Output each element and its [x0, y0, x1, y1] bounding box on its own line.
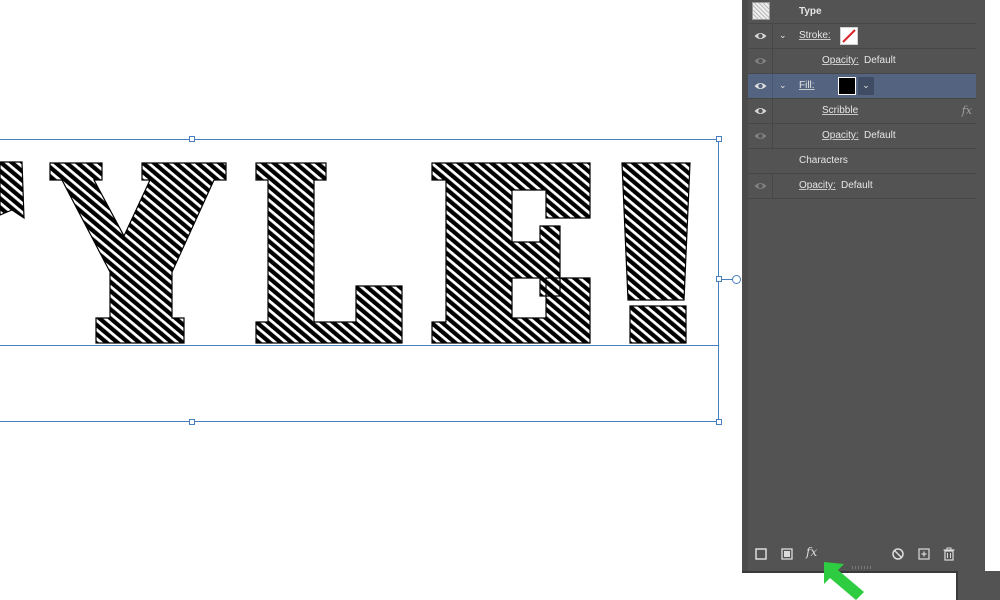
add-new-stroke-icon[interactable] — [754, 547, 768, 561]
canvas-right-margin — [985, 0, 1000, 571]
characters-label[interactable]: Characters — [799, 155, 848, 167]
opacity-label[interactable]: Opacity: — [822, 130, 859, 142]
appearance-row-type[interactable]: Type — [748, 0, 976, 24]
type-thumbnail-icon — [752, 2, 770, 20]
fill-swatch-dropdown[interactable]: ⌄ — [858, 77, 874, 95]
row-divider — [772, 124, 773, 148]
stroke-label[interactable]: Stroke: — [799, 30, 831, 42]
opacity-value: Default — [864, 130, 896, 141]
add-effect-fx-button[interactable]: fx — [806, 545, 817, 559]
visibility-eye-icon[interactable] — [754, 181, 767, 191]
text-baseline — [0, 345, 718, 346]
artboard-canvas[interactable] — [0, 0, 742, 600]
opacity-value: Default — [864, 55, 896, 66]
row-divider — [772, 49, 773, 73]
bbox-handle-top-right[interactable] — [716, 136, 722, 142]
trash-icon[interactable] — [942, 547, 956, 561]
visibility-eye-icon[interactable] — [754, 56, 767, 66]
dock-area — [958, 571, 1000, 600]
pointer-arrow-icon — [824, 562, 864, 600]
row-divider — [772, 24, 773, 48]
stroke-none-swatch[interactable] — [840, 27, 858, 45]
type-path-handle[interactable] — [732, 275, 741, 284]
selection-bounding-box — [0, 139, 719, 422]
scribble-effect-label[interactable]: Scribble — [822, 105, 858, 117]
appearance-row-opacity[interactable]: Opacity: Default — [748, 174, 976, 199]
opacity-value: Default — [841, 180, 873, 191]
bbox-handle-bottom-center[interactable] — [189, 419, 195, 425]
chevron-down-icon[interactable]: ⌄ — [779, 30, 789, 40]
opacity-label[interactable]: Opacity: — [822, 55, 859, 67]
bbox-handle-top-center[interactable] — [189, 136, 195, 142]
appearance-row-characters[interactable]: Characters — [748, 149, 976, 174]
appearance-row-fill-opacity[interactable]: Opacity: Default — [748, 124, 976, 149]
row-divider — [772, 174, 773, 198]
appearance-row-scribble[interactable]: Scribble fx — [748, 99, 976, 124]
appearance-row-fill[interactable]: ⌄ Fill: ⌄ — [748, 74, 976, 99]
appearance-row-stroke-opacity[interactable]: Opacity: Default — [748, 49, 976, 74]
bbox-handle-bottom-right[interactable] — [716, 419, 722, 425]
fx-icon[interactable]: fx — [962, 104, 972, 117]
type-label: Type — [799, 6, 822, 17]
chevron-down-icon: ⌄ — [862, 80, 870, 90]
visibility-eye-icon[interactable] — [754, 31, 767, 41]
visibility-eye-icon[interactable] — [754, 81, 767, 91]
appearance-row-stroke[interactable]: ⌄ Stroke: — [748, 24, 976, 49]
row-divider — [772, 74, 773, 98]
fill-label[interactable]: Fill: — [799, 80, 815, 92]
row-divider — [772, 99, 773, 123]
opacity-label[interactable]: Opacity: — [799, 180, 836, 192]
duplicate-item-icon[interactable] — [917, 547, 931, 561]
chevron-down-icon[interactable]: ⌄ — [779, 80, 789, 90]
visibility-eye-icon[interactable] — [754, 131, 767, 141]
visibility-eye-icon[interactable] — [754, 106, 767, 116]
fill-color-swatch[interactable] — [838, 77, 856, 95]
none-slash-icon — [842, 29, 856, 43]
clear-appearance-icon[interactable] — [891, 547, 905, 561]
add-new-fill-icon[interactable] — [780, 547, 794, 561]
